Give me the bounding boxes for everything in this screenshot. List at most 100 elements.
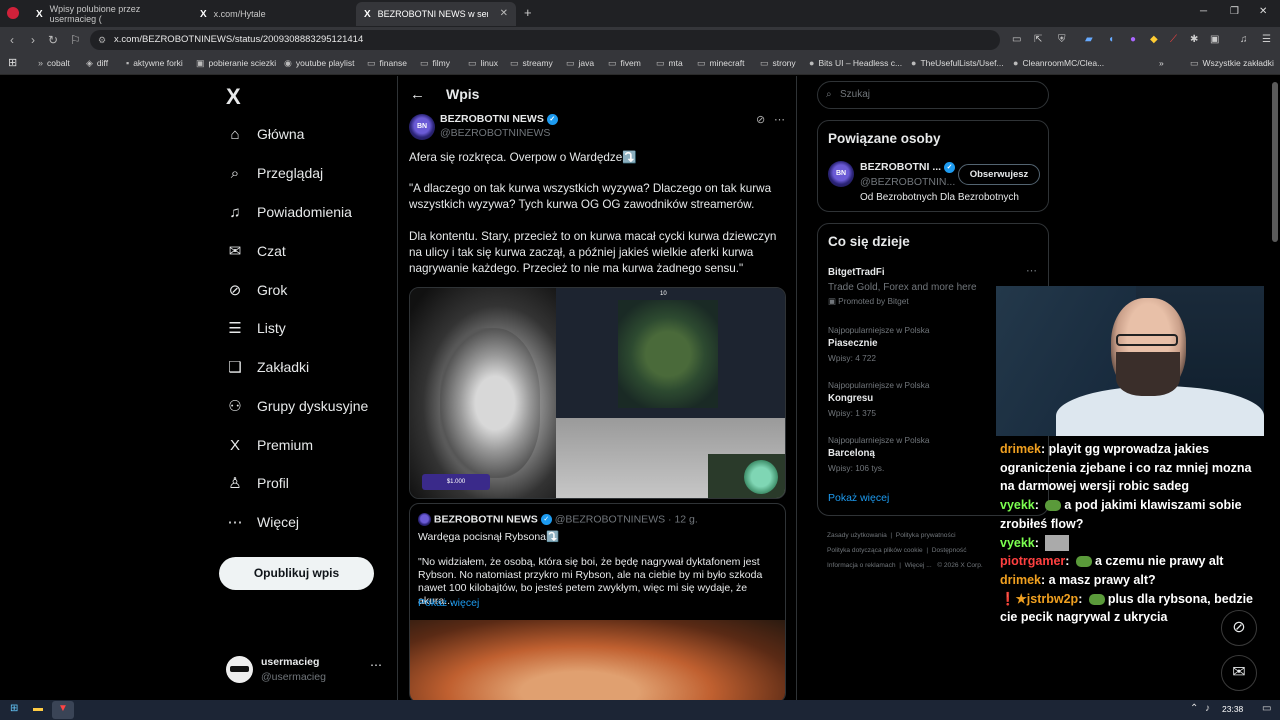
footer-link[interactable]: Polityka prywatności (896, 532, 956, 539)
nav-lists[interactable]: ☰ Listy (226, 313, 286, 343)
tray-chevron-icon[interactable]: ⌃ (1190, 703, 1198, 714)
more-bookmarks-icon[interactable]: » (1159, 58, 1164, 68)
maximize-icon[interactable]: ❐ (1230, 6, 1239, 17)
author-avatar[interactable]: BN (409, 114, 435, 140)
nav-home[interactable]: ⌂ Główna (226, 119, 304, 149)
bookmark-item[interactable]: ◉ youtube playlist (284, 58, 354, 69)
nav-more[interactable]: ⋯ Więcej (226, 507, 300, 537)
following-button[interactable]: Obserwujesz (958, 164, 1040, 185)
show-more-link[interactable]: Pokaż więcej (418, 597, 479, 609)
bookmark-page-icon[interactable]: ⚐ (70, 33, 81, 47)
bookmark-item[interactable]: ● CleanroomMC/Clea... (1013, 58, 1104, 68)
quoted-post[interactable]: BEZROBOTNI NEWS ✓ @BEZROBOTNINEWS · 12 g.… (409, 503, 786, 700)
notifications-icon[interactable]: ▭ (1262, 703, 1271, 714)
bookmark-item[interactable]: ▪ aktywne forki (126, 58, 183, 68)
nav-bookmarks[interactable]: ❑ Zakładki (226, 352, 309, 382)
extension-icon[interactable]: ▰ (1085, 34, 1093, 45)
back-icon[interactable]: ‹ (10, 33, 14, 47)
bookmark-folder[interactable]: ▭ filmy (420, 58, 450, 69)
back-arrow-icon[interactable]: ← (410, 86, 425, 103)
bookmark-folder[interactable]: ▭ finanse (367, 58, 407, 69)
footer-link[interactable]: Zasady użytkowania (827, 532, 887, 539)
apps-icon[interactable]: ⊞ (8, 56, 17, 69)
footer-link[interactable]: Więcej ... (905, 562, 932, 569)
nav-profile[interactable]: ♙ Profil (226, 468, 289, 498)
browser-logo-icon[interactable] (7, 7, 19, 19)
footer-link[interactable]: Dostępność (932, 547, 967, 554)
forward-icon[interactable]: › (31, 33, 35, 47)
grok-icon: ⊘ (228, 282, 242, 299)
file-explorer-icon[interactable]: ▬ (33, 703, 43, 714)
author-name[interactable]: BEZROBOTNI NEWS ✓ (440, 113, 558, 125)
footer-link[interactable]: Polityka dotycząca plików cookie (827, 547, 923, 554)
publish-post-button[interactable]: Opublikuj wpis (219, 557, 374, 590)
site-info-icon[interactable]: ⚙ (98, 30, 106, 50)
quote-handle: @BEZROBOTNINEWS (554, 513, 666, 526)
all-bookmarks-folder[interactable]: ▭ Wszystkie zakładki (1190, 58, 1274, 69)
post-video[interactable]: 10 $1.000 (409, 287, 786, 499)
scrollbar[interactable] (1272, 82, 1278, 242)
related-name[interactable]: BEZROBOTNI ... ✓ (860, 161, 956, 173)
nav-premium[interactable]: X Premium (226, 430, 313, 460)
bookmark-item[interactable]: ● Bits UI – Headless c... (809, 58, 902, 68)
bookmark-item[interactable]: ● TheUsefulLists/Usef... (911, 58, 1004, 68)
puzzle-icon[interactable]: ✱ (1190, 34, 1198, 45)
share-icon[interactable]: ⇱ (1034, 34, 1042, 45)
bookmark-folder[interactable]: ▭ java (566, 58, 594, 69)
x-logo-icon[interactable]: X (226, 84, 241, 110)
nav-explore[interactable]: ⌕ Przeglądaj (226, 158, 323, 188)
nav-notifications[interactable]: ♫ Powiadomienia (226, 197, 352, 227)
bookmark-item[interactable]: ◈ diff (86, 58, 108, 69)
shield-icon[interactable]: ⛨ (1058, 34, 1066, 45)
windows-start-icon[interactable]: ⊞ (10, 703, 18, 714)
minimize-icon[interactable]: ─ (1200, 6, 1207, 17)
extension-icon[interactable]: ◆ (1150, 34, 1158, 45)
show-more-link[interactable]: Pokaż więcej (828, 492, 889, 504)
grok-icon[interactable]: ⊘ (756, 113, 765, 126)
menu-icon[interactable]: ☰ (1262, 34, 1271, 45)
extension-icon[interactable]: ▭ (1012, 34, 1021, 45)
post-text-2: "A dlaczego on tak kurwa wszystkich wyzy… (409, 182, 772, 211)
related-avatar[interactable]: BN (828, 161, 854, 187)
ad-name: BitgetTradFi (828, 267, 885, 278)
bookmark-item[interactable]: ▣ pobieranie sciezki (196, 58, 276, 69)
url-input[interactable]: ⚙ x.com/BEZROBOTNINEWS/status/20093088832… (90, 30, 1000, 50)
bookmark-folder[interactable]: ▭ linux (468, 58, 498, 69)
tab-liked-posts[interactable]: X Wpisy polubione przez usermacieg ( (28, 2, 188, 26)
tab-bezrobotni-news[interactable]: X BEZROBOTNI NEWS w serwis ✕ (356, 2, 516, 26)
footer-link[interactable]: Informacja o reklamach (827, 562, 896, 569)
more-icon[interactable]: ⋯ (1026, 264, 1037, 277)
media-icon[interactable]: ♫ (1240, 34, 1248, 45)
bookmark-folder[interactable]: ▭ streamy (510, 58, 553, 69)
volume-icon[interactable]: ♪ (1205, 703, 1210, 714)
bookmark-folder[interactable]: ▭ fivem (608, 58, 641, 69)
quote-author-avatar (418, 513, 431, 526)
extension-icon[interactable]: ● (1130, 34, 1136, 45)
sidebar-icon[interactable]: ▣ (1210, 34, 1219, 45)
author-handle[interactable]: @BEZROBOTNINEWS (440, 127, 550, 139)
more-icon[interactable]: ⋯ (774, 113, 785, 126)
search-input[interactable]: ⌕ Szukaj (817, 81, 1049, 109)
clock[interactable]: 23:38 (1222, 704, 1243, 714)
account-switcher[interactable]: usermacieg @usermacieg ⋯ (226, 652, 386, 692)
nav-communities[interactable]: ⚇ Grupy dyskusyjne (226, 391, 368, 421)
close-tab-icon[interactable]: ✕ (500, 8, 508, 19)
extension-icon[interactable]: ◖ (1108, 34, 1114, 45)
nav-chat[interactable]: ✉ Czat (226, 236, 286, 266)
bookmark-folder[interactable]: ▭ mta (656, 58, 683, 69)
nav-grok[interactable]: ⊘ Grok (226, 275, 288, 305)
bookmark-folder[interactable]: ▭ minecraft (697, 58, 744, 69)
grok-fab-icon[interactable]: ⊘ (1221, 610, 1257, 646)
tab-hytale[interactable]: Xx.com/Hytale (192, 2, 352, 26)
extension-icon[interactable]: ⟋ (1170, 34, 1177, 45)
close-window-icon[interactable]: ✕ (1259, 6, 1267, 17)
taskbar-browser-item[interactable]: ▼ (52, 701, 74, 719)
trend-count: Wpisy: 4 722 (828, 353, 876, 363)
bookmark-folder[interactable]: ▭ strony (760, 58, 796, 69)
messages-fab-icon[interactable]: ✉ (1221, 655, 1257, 691)
more-icon[interactable]: ⋯ (370, 658, 382, 672)
bookmark-item[interactable]: » cobalt (38, 58, 70, 68)
related-handle[interactable]: @BEZROBOTNIN... (860, 176, 955, 188)
new-tab-button[interactable]: + (524, 5, 532, 20)
reload-icon[interactable]: ↻ (48, 33, 58, 47)
